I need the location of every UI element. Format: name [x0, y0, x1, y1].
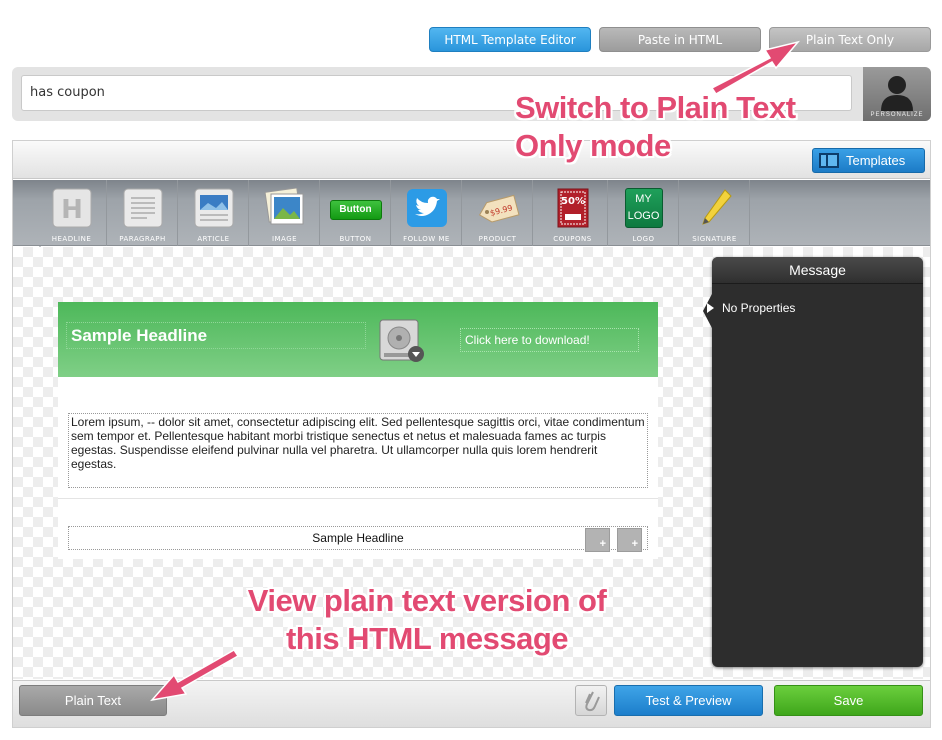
headline-icon: H: [52, 188, 91, 228]
hard-drive-icon[interactable]: [378, 318, 424, 362]
tool-label: ARTICLE: [197, 235, 230, 243]
headline-text[interactable]: Sample Headline: [66, 322, 366, 349]
paragraph-block[interactable]: Lorem ipsum, -- dolor sit amet, consecte…: [68, 413, 648, 488]
test-preview-button[interactable]: Test & Preview: [614, 685, 763, 716]
logo-icon: MY LOGO: [624, 188, 663, 228]
tool-coupons[interactable]: 50% COUPONS: [538, 180, 608, 246]
properties-panel: [712, 257, 923, 667]
secondary-headline[interactable]: Sample Headline: [68, 526, 648, 550]
plus-icon: +: [631, 538, 638, 550]
attachment-button[interactable]: [575, 685, 607, 716]
twitter-icon: [406, 189, 447, 227]
button-icon: Button: [329, 200, 382, 220]
image-icon: [264, 188, 303, 225]
paragraph-icon: [123, 188, 162, 228]
plus-icon: +: [599, 538, 606, 550]
tool-image[interactable]: IMAGE: [250, 180, 320, 246]
tool-paragraph[interactable]: PARAGRAPH: [108, 180, 178, 246]
tool-label: BUTTON: [339, 235, 372, 243]
tool-logo[interactable]: MY LOGO LOGO: [609, 180, 679, 246]
personalize-button[interactable]: PERSONALIZE: [863, 67, 931, 121]
download-link[interactable]: Click here to download!: [460, 328, 639, 352]
html-template-editor-tab[interactable]: HTML Template Editor: [429, 27, 591, 52]
svg-text:H: H: [61, 195, 83, 225]
tool-label: SIGNATURE: [692, 235, 737, 243]
coupon-icon: 50%: [557, 188, 588, 228]
divider: [58, 498, 658, 499]
add-row-button[interactable]: +: [617, 528, 642, 552]
tool-label: FOLLOW ME: [403, 235, 450, 243]
tool-article[interactable]: ARTICLE: [179, 180, 249, 246]
pen-icon: [701, 189, 732, 225]
price-tag-icon: $9.99: [478, 194, 520, 223]
annotation-switch-plain: Switch to Plain Text Only mode: [515, 90, 796, 163]
annotation-view-plain: View plain text version of this HTML mes…: [247, 583, 607, 656]
tool-label: PARAGRAPH: [119, 235, 166, 243]
tool-label: IMAGE: [271, 235, 298, 243]
plain-text-only-tab[interactable]: Plain Text Only: [769, 27, 931, 52]
tool-headline[interactable]: H HEADLINE: [37, 180, 107, 246]
tool-signature[interactable]: SIGNATURE: [680, 180, 750, 246]
personalize-label: PERSONALIZE: [870, 112, 924, 118]
svg-text:50%: 50%: [561, 196, 585, 207]
properties-panel-title: Message: [712, 257, 923, 284]
add-column-button[interactable]: +: [585, 528, 610, 552]
tool-button[interactable]: Button BUTTON: [321, 180, 391, 246]
tool-label: PRODUCT: [478, 235, 517, 243]
tool-label: LOGO: [632, 235, 655, 243]
plain-text-button[interactable]: Plain Text: [19, 685, 167, 716]
person-icon: [881, 76, 913, 111]
tool-label: COUPONS: [553, 235, 592, 243]
no-properties-text: No Properties: [722, 301, 796, 315]
paste-html-tab[interactable]: Paste in HTML: [599, 27, 761, 52]
tool-product[interactable]: $9.99 PRODUCT: [463, 180, 533, 246]
tool-follow-me[interactable]: FOLLOW ME: [392, 180, 462, 246]
caret-right-icon: [707, 303, 714, 313]
save-button[interactable]: Save: [774, 685, 923, 716]
paperclip-icon: [585, 691, 600, 712]
templates-label: Templates: [846, 153, 906, 168]
tool-label: HEADLINE: [51, 235, 92, 243]
article-icon: [194, 188, 233, 228]
